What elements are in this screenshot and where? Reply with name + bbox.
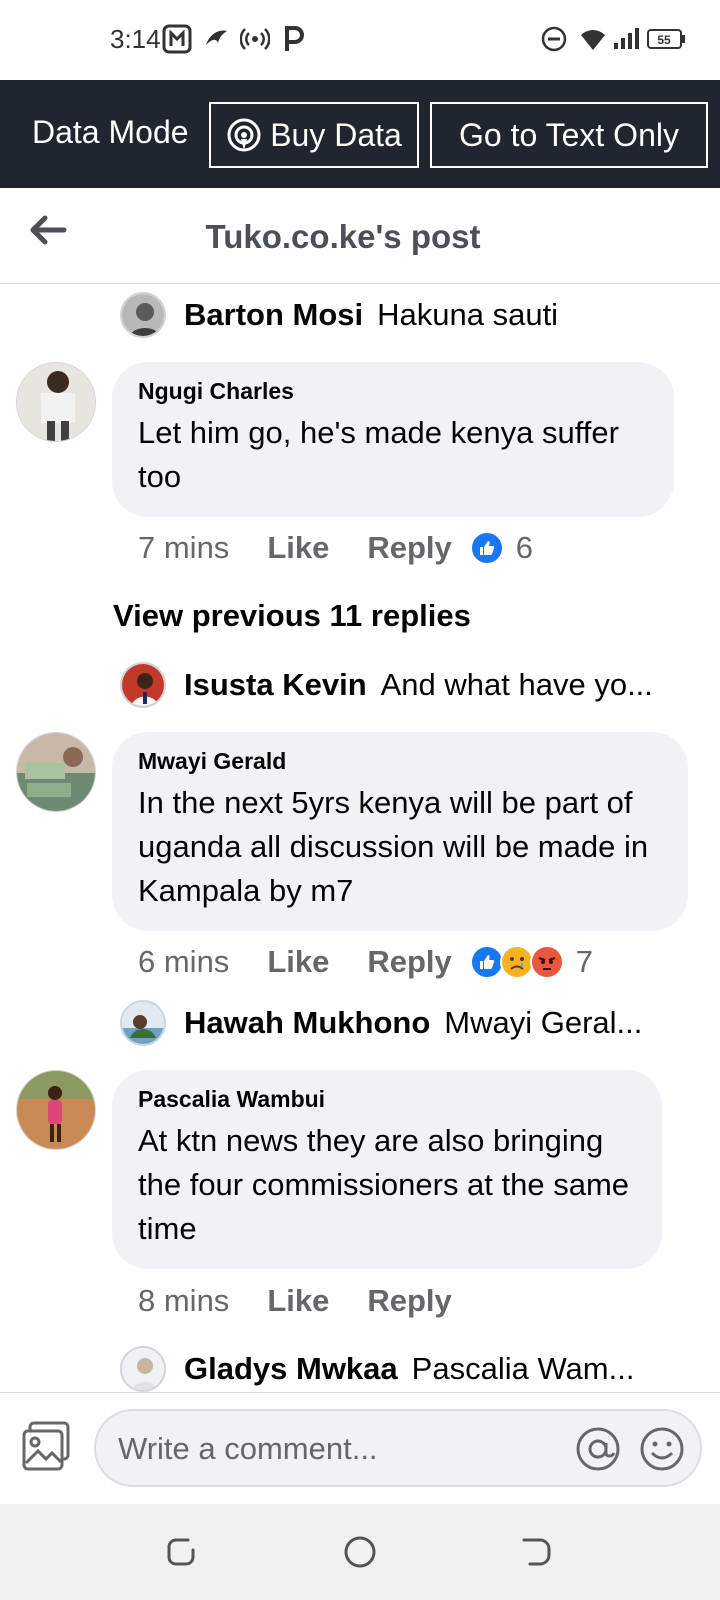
reply-button[interactable]: Reply: [367, 1283, 451, 1319]
avatar[interactable]: [16, 362, 96, 442]
home-button[interactable]: [336, 1528, 384, 1576]
mention-button[interactable]: [574, 1425, 622, 1473]
signal-icon: [612, 24, 642, 54]
reply-text: Pascalia Wam...: [411, 1351, 635, 1386]
comment-bubble[interactable]: Pascalia Wambui At ktn news they are als…: [112, 1070, 662, 1269]
battery-level: 55: [657, 33, 671, 47]
battery-icon: 55: [646, 24, 686, 54]
comment-actions: 8 mins Like Reply: [138, 1281, 470, 1321]
page-title: Tuko.co.ke's post: [205, 218, 481, 255]
like-button[interactable]: Like: [267, 1283, 329, 1319]
comment-time[interactable]: 6 mins: [138, 944, 229, 980]
comment-input[interactable]: [118, 1429, 558, 1469]
wifi-icon: [578, 24, 608, 54]
like-reaction-icon[interactable]: [469, 531, 504, 565]
smiley-icon: [638, 1427, 686, 1477]
status-bar: 3:14 55: [0, 0, 720, 80]
broadcast-icon: [226, 117, 262, 153]
avatar[interactable]: [120, 1000, 166, 1046]
emoji-button[interactable]: [638, 1425, 686, 1473]
reply-preview[interactable]: Gladys Mwkaa Pascalia Wam...: [120, 1344, 634, 1392]
reaction-count[interactable]: 6: [516, 530, 533, 566]
comment-author[interactable]: Ngugi Charles: [138, 378, 648, 405]
photo-icon: [20, 1421, 74, 1477]
reply-author[interactable]: Gladys Mwkaa: [184, 1351, 398, 1387]
system-nav-bar: [0, 1504, 720, 1600]
status-time: 3:14: [110, 24, 161, 54]
do-not-disturb-icon: [540, 24, 568, 54]
back-nav-button[interactable]: [512, 1528, 560, 1576]
reply-author[interactable]: Isusta Kevin: [184, 667, 367, 703]
reply-author[interactable]: Barton Mosi: [184, 297, 363, 333]
reply-preview[interactable]: Isusta Kevin And what have yo...: [120, 660, 653, 710]
hotspot-icon: [240, 24, 270, 54]
bird-icon: [202, 24, 230, 54]
parking-p-icon: [282, 24, 306, 54]
comment-bubble[interactable]: Ngugi Charles Let him go, he's made keny…: [112, 362, 674, 517]
recents-icon: [158, 1538, 206, 1580]
comment-text: In the next 5yrs kenya will be part of u…: [138, 785, 649, 908]
reply-preview[interactable]: Hawah Mukhono Mwayi Geral...: [120, 998, 642, 1048]
data-mode-label: Data Mode: [32, 114, 189, 150]
comment-text: At ktn news they are also bringing the f…: [138, 1123, 630, 1246]
avatar[interactable]: [16, 732, 96, 812]
home-circle-icon: [336, 1536, 384, 1580]
reply-text: Hakuna sauti: [377, 297, 559, 332]
sad-reaction-icon[interactable]: [499, 945, 534, 979]
comment-text: Let him go, he's made kenya suffer too: [138, 415, 619, 494]
recents-button[interactable]: [158, 1528, 206, 1576]
reply-text: And what have yo...: [380, 667, 653, 702]
reply-button[interactable]: Reply: [367, 530, 451, 566]
comment-actions: 6 mins Like Reply 7: [138, 942, 593, 982]
post-header: Tuko.co.ke's post: [0, 188, 720, 284]
reply-preview[interactable]: Barton Mosi Hakuna sauti: [120, 290, 558, 340]
reply-button[interactable]: Reply: [367, 944, 451, 980]
reply-author[interactable]: Hawah Mukhono: [184, 1005, 430, 1041]
comment-composer: [0, 1392, 720, 1504]
data-mode-banner: Data Mode Buy Data Go to Text Only: [0, 80, 720, 188]
reply-text: Mwayi Geral...: [444, 1005, 643, 1040]
photo-button[interactable]: [20, 1419, 74, 1473]
text-only-label: Go to Text Only: [459, 116, 679, 153]
reaction-count[interactable]: 7: [576, 944, 593, 980]
angry-reaction-icon[interactable]: [529, 945, 564, 979]
text-only-button[interactable]: Go to Text Only: [430, 102, 708, 168]
view-previous-replies-link[interactable]: View previous 11 replies: [113, 598, 471, 634]
avatar[interactable]: [120, 1346, 166, 1392]
avatar[interactable]: [120, 292, 166, 338]
comment-actions: 7 mins Like Reply 6: [138, 528, 533, 568]
like-reaction-icon[interactable]: [469, 945, 504, 979]
comment-input-box[interactable]: [94, 1409, 702, 1487]
comment-bubble[interactable]: Mwayi Gerald In the next 5yrs kenya will…: [112, 732, 688, 931]
at-sign-icon: [574, 1427, 622, 1477]
avatar[interactable]: [120, 662, 166, 708]
buy-data-label: Buy Data: [270, 116, 402, 153]
comment-author[interactable]: Mwayi Gerald: [138, 748, 662, 775]
comment-author[interactable]: Pascalia Wambui: [138, 1086, 636, 1113]
comment-time[interactable]: 7 mins: [138, 530, 229, 566]
like-button[interactable]: Like: [267, 530, 329, 566]
like-button[interactable]: Like: [267, 944, 329, 980]
buy-data-button[interactable]: Buy Data: [209, 102, 419, 168]
comment-time[interactable]: 8 mins: [138, 1283, 229, 1319]
comments-list: Barton Mosi Hakuna sauti Ngugi Charles L…: [0, 284, 720, 1392]
app-icon: [162, 24, 192, 54]
back-nav-icon: [512, 1538, 560, 1580]
avatar[interactable]: [16, 1070, 96, 1150]
